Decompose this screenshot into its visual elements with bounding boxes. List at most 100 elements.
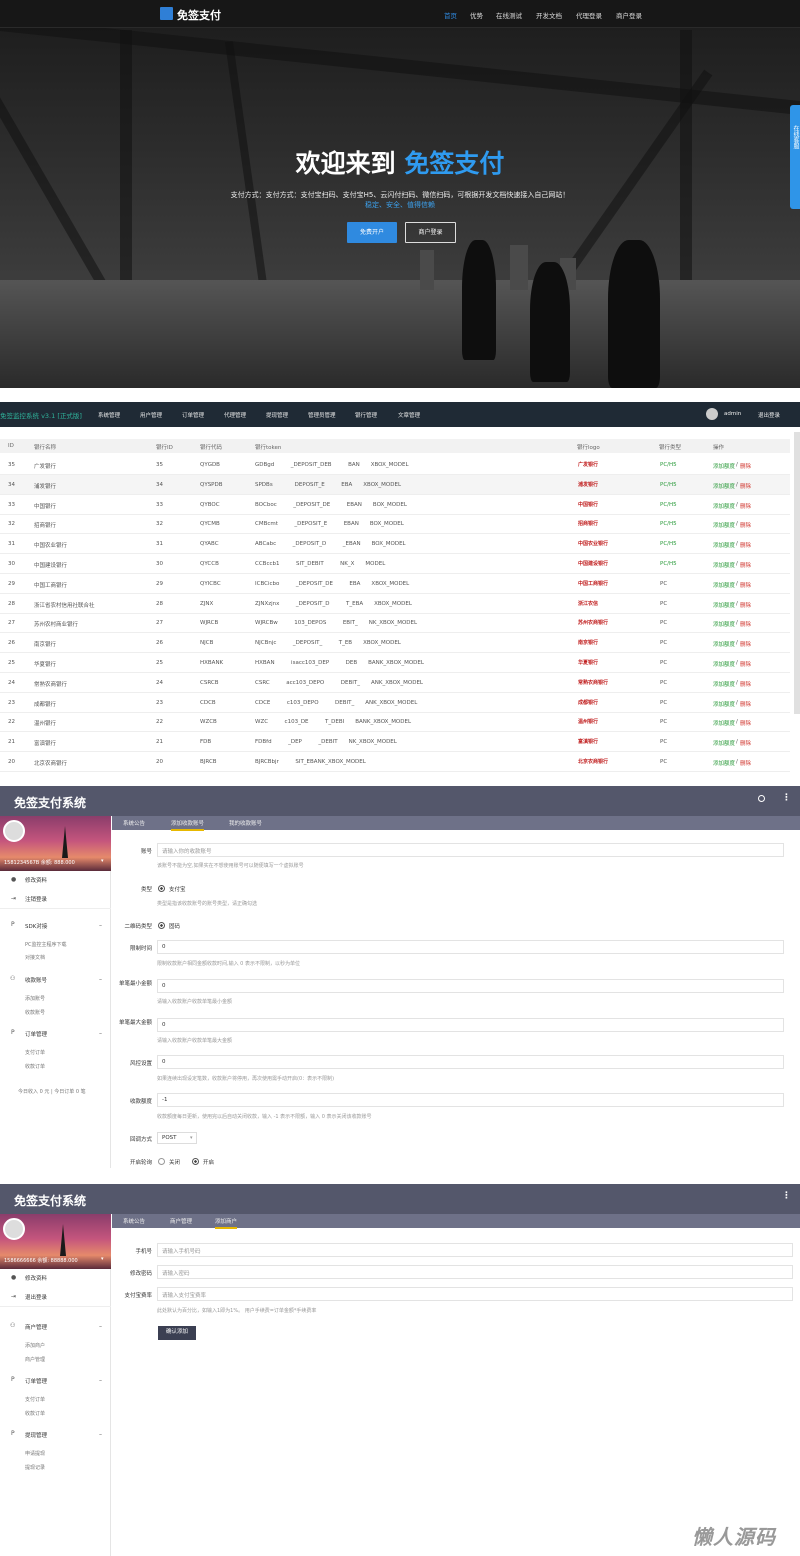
menu-banks[interactable]: 银行管理 [355, 411, 377, 419]
merchant-login-button[interactable]: 商户登录 [405, 222, 456, 243]
phone-input[interactable]: 请输入手机号码 [157, 1243, 793, 1257]
scrollbar[interactable] [794, 432, 800, 714]
qr-fixed-radio[interactable] [158, 922, 165, 929]
sidebar-item-accounts[interactable]: 收款账号 [25, 976, 47, 984]
sidebar-subitem-docs[interactable]: 对接文档 [25, 954, 45, 961]
sidebar-subitem-pay-orders[interactable]: 支付订单 [25, 1049, 45, 1056]
delete-button[interactable]: 删除 [740, 680, 751, 688]
menu-withdraw[interactable]: 提现管理 [266, 411, 288, 419]
tab-add-merchant[interactable]: 添加商户 [215, 1217, 238, 1229]
risk-input[interactable]: 0 [157, 1055, 784, 1069]
delete-button[interactable]: 删除 [740, 700, 751, 708]
admin-username[interactable]: admin [724, 411, 741, 417]
delete-button[interactable]: 删除 [740, 719, 751, 727]
delete-button[interactable]: 删除 [740, 541, 751, 549]
add-quota-button[interactable]: 添加额度 [713, 739, 735, 747]
brand-name[interactable]: 免签支付 [177, 7, 221, 23]
nav-home[interactable]: 首页 [444, 10, 457, 20]
polling-off-radio[interactable] [158, 1158, 165, 1165]
avatar[interactable] [706, 408, 718, 420]
delete-button[interactable]: 删除 [740, 521, 751, 529]
collapse-icon[interactable]: – [99, 922, 102, 929]
add-quota-button[interactable]: 添加额度 [713, 541, 735, 549]
add-quota-button[interactable]: 添加额度 [713, 482, 735, 490]
collapse-icon[interactable]: – [99, 1377, 102, 1384]
add-quota-button[interactable]: 添加额度 [713, 680, 735, 688]
collapse-icon[interactable]: – [99, 976, 102, 983]
menu-orders[interactable]: 订单管理 [182, 411, 204, 419]
tab-merchant-manage[interactable]: 商户管理 [170, 1217, 192, 1225]
min-input[interactable]: 0 [157, 979, 784, 993]
nav-agent-login[interactable]: 代理登录 [576, 10, 602, 20]
nav-online-test[interactable]: 在线测试 [496, 10, 522, 20]
avatar[interactable] [3, 1218, 25, 1240]
sidebar-subitem-apply-withdraw[interactable]: 申请提现 [25, 1450, 45, 1457]
sidebar-item-profile[interactable]: 修改资料 [25, 1274, 47, 1282]
quota-input[interactable]: -1 [157, 1093, 784, 1107]
add-quota-button[interactable]: 添加额度 [713, 581, 735, 589]
sidebar-subitem-pc-download[interactable]: PC监控主程序下载 [25, 941, 67, 948]
max-input[interactable]: 0 [157, 1018, 784, 1032]
delete-button[interactable]: 删除 [740, 660, 751, 668]
nav-merchant-login[interactable]: 商户登录 [616, 10, 642, 20]
add-quota-button[interactable]: 添加额度 [713, 700, 735, 708]
chevron-down-icon[interactable]: ▾ [101, 1256, 104, 1262]
delete-button[interactable]: 删除 [740, 462, 751, 470]
online-service-tab[interactable]: 在线客服 [790, 105, 800, 209]
add-quota-button[interactable]: 添加额度 [713, 521, 735, 529]
sidebar-item-logout[interactable]: 退出登录 [25, 1293, 47, 1301]
more-menu-icon[interactable]: ⋮ [782, 1191, 791, 1201]
collapse-icon[interactable]: – [99, 1323, 102, 1330]
avatar[interactable] [3, 820, 25, 842]
sidebar-item-orders[interactable]: 订单管理 [25, 1030, 47, 1038]
polling-on-radio[interactable] [192, 1158, 199, 1165]
delete-button[interactable]: 删除 [740, 640, 751, 648]
confirm-add-button[interactable]: 确认添加 [158, 1326, 196, 1340]
tab-announcement[interactable]: 系统公告 [123, 1217, 145, 1225]
admin-title[interactable]: 免签监控系统 v3.1 [正式版] [0, 410, 82, 420]
sidebar-item-withdraw[interactable]: 提现管理 [25, 1431, 47, 1439]
tab-add-account[interactable]: 添加收款账号 [171, 819, 205, 831]
sidebar-subitem-add-merchant[interactable]: 添加商户 [25, 1342, 45, 1349]
tab-announcement[interactable]: 系统公告 [123, 819, 145, 827]
add-quota-button[interactable]: 添加额度 [713, 759, 735, 767]
menu-admins[interactable]: 管理员管理 [308, 411, 336, 419]
sidebar-item-merchants[interactable]: 商户管理 [25, 1323, 47, 1331]
password-input[interactable]: 请输入密码 [157, 1265, 793, 1279]
nav-dev-docs[interactable]: 开发文档 [536, 10, 562, 20]
rate-input[interactable]: 请输入支付宝费率 [157, 1287, 793, 1301]
sidebar-subitem-pay-orders[interactable]: 支付订单 [25, 1396, 45, 1403]
sidebar-item-orders[interactable]: 订单管理 [25, 1377, 47, 1385]
chevron-down-icon[interactable]: ▾ [101, 858, 104, 864]
delete-button[interactable]: 删除 [740, 502, 751, 510]
tab-my-accounts[interactable]: 我的收款账号 [229, 819, 262, 827]
delete-button[interactable]: 删除 [740, 482, 751, 490]
logout-link[interactable]: 退出登录 [758, 411, 780, 419]
register-button[interactable]: 免费开户 [347, 222, 397, 243]
sidebar-subitem-merchant-list[interactable]: 商户管理 [25, 1356, 45, 1363]
nav-advantages[interactable]: 优势 [470, 10, 483, 20]
add-quota-button[interactable]: 添加额度 [713, 502, 735, 510]
delete-button[interactable]: 删除 [740, 620, 751, 628]
menu-system[interactable]: 系统管理 [98, 411, 120, 419]
type-alipay-radio[interactable] [158, 885, 165, 892]
delete-button[interactable]: 删除 [740, 561, 751, 569]
menu-agents[interactable]: 代理管理 [224, 411, 246, 419]
sidebar-subitem-receive-orders[interactable]: 收款订单 [25, 1063, 45, 1070]
sidebar-item-sdk[interactable]: SDK对接 [25, 922, 47, 930]
sidebar-item-logout[interactable]: 注销登录 [25, 895, 47, 903]
add-quota-button[interactable]: 添加额度 [713, 462, 735, 470]
sidebar-item-profile[interactable]: 修改资料 [25, 876, 47, 884]
menu-articles[interactable]: 文章管理 [398, 411, 420, 419]
sidebar-subitem-withdraw-records[interactable]: 提现记录 [25, 1464, 45, 1471]
delete-button[interactable]: 删除 [740, 759, 751, 767]
delete-button[interactable]: 删除 [740, 601, 751, 609]
add-quota-button[interactable]: 添加额度 [713, 620, 735, 628]
sidebar-subitem-add-account[interactable]: 添加账号 [25, 995, 45, 1002]
sidebar-subitem-account-list[interactable]: 收款账号 [25, 1009, 45, 1016]
collapse-icon[interactable]: – [99, 1431, 102, 1438]
add-quota-button[interactable]: 添加额度 [713, 660, 735, 668]
add-quota-button[interactable]: 添加额度 [713, 719, 735, 727]
add-quota-button[interactable]: 添加额度 [713, 601, 735, 609]
sidebar-subitem-receive-orders[interactable]: 收款订单 [25, 1410, 45, 1417]
